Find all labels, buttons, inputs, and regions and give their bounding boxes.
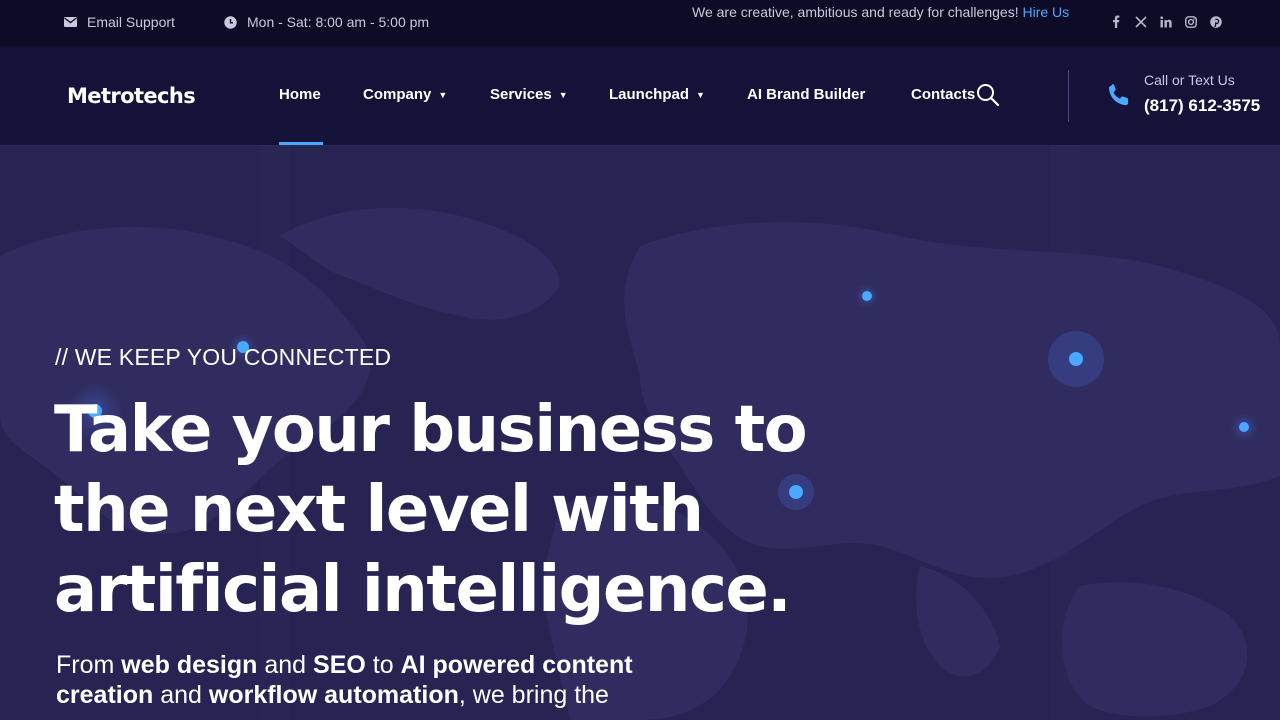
business-hours: Mon - Sat: 8:00 am - 5:00 pm xyxy=(224,14,429,30)
nav-item-label: Home xyxy=(279,86,321,103)
hero-eyebrow: // WE KEEP YOU CONNECTED xyxy=(55,344,392,370)
hero-headline: Take your business to the next level wit… xyxy=(54,390,874,630)
search-icon[interactable] xyxy=(976,83,1000,107)
nav-item-label: Services xyxy=(490,86,552,103)
social-links xyxy=(1108,14,1223,29)
email-support-link[interactable]: Email Support xyxy=(64,14,175,30)
clock-icon xyxy=(224,15,237,29)
email-support-label: Email Support xyxy=(87,14,175,30)
subtext-segment: web design xyxy=(121,651,258,679)
nav-item-launchpad[interactable]: Launchpad ▼ xyxy=(609,86,705,103)
nav-item-label: AI Brand Builder xyxy=(747,86,866,103)
nav-item-ai-brand-builder[interactable]: AI Brand Builder xyxy=(747,86,865,103)
pinterest-icon[interactable] xyxy=(1208,14,1223,29)
subtext-segment: , we bring the xyxy=(458,681,609,709)
nav-item-label: Contacts xyxy=(911,86,976,103)
top-info-bar: Email Support Mon - Sat: 8:00 am - 5:00 … xyxy=(0,0,1280,46)
nav-item-services[interactable]: Services ▼ xyxy=(490,86,568,103)
x-icon[interactable] xyxy=(1133,14,1148,29)
subtext-segment: workflow automation xyxy=(208,681,459,709)
hire-us-link[interactable]: Hire Us xyxy=(1022,4,1069,20)
phone-number[interactable]: (817) 612-3575 xyxy=(1144,96,1260,116)
headline-line-3: artificial intelligence. xyxy=(54,553,792,627)
business-hours-label: Mon - Sat: 8:00 am - 5:00 pm xyxy=(247,14,430,30)
site-logo[interactable]: Metrotechs xyxy=(67,84,196,108)
linkedin-icon[interactable] xyxy=(1158,14,1173,29)
nav-item-company[interactable]: Company ▼ xyxy=(363,86,447,103)
nav-active-indicator xyxy=(279,142,323,145)
header-divider xyxy=(1068,70,1069,122)
nav-item-label: Company xyxy=(363,86,432,103)
phone-icon[interactable] xyxy=(1106,82,1132,108)
phone-label: Call or Text Us xyxy=(1144,72,1235,88)
subtext-segment: to xyxy=(365,651,401,679)
envelope-icon xyxy=(64,17,77,27)
subtext-segment: and xyxy=(257,651,314,679)
tagline: We are creative, ambitious and ready for… xyxy=(692,4,1069,20)
main-header: Metrotechs Home Company ▼ Services ▼ Lau… xyxy=(0,46,1280,146)
facebook-icon[interactable] xyxy=(1108,14,1123,29)
hero-section: // WE KEEP YOU CONNECTED Take your busin… xyxy=(0,146,1280,720)
caret-down-icon: ▼ xyxy=(558,89,568,100)
caret-down-icon: ▼ xyxy=(696,89,705,100)
subtext-segment: From xyxy=(56,651,122,679)
headline-line-1: Take your business to xyxy=(54,393,808,467)
nav-item-contacts[interactable]: Contacts xyxy=(911,86,975,103)
instagram-icon[interactable] xyxy=(1183,14,1198,29)
tagline-text: We are creative, ambitious and ready for… xyxy=(692,4,1019,20)
headline-line-2: the next level with xyxy=(54,473,704,547)
nav-item-label: Launchpad xyxy=(609,86,690,103)
hero-subtext: From web design and SEO to AI powered co… xyxy=(56,650,676,710)
subtext-segment: SEO xyxy=(313,651,366,679)
caret-down-icon: ▼ xyxy=(438,89,448,100)
subtext-segment: and xyxy=(153,681,209,709)
nav-item-home[interactable]: Home xyxy=(279,86,321,103)
